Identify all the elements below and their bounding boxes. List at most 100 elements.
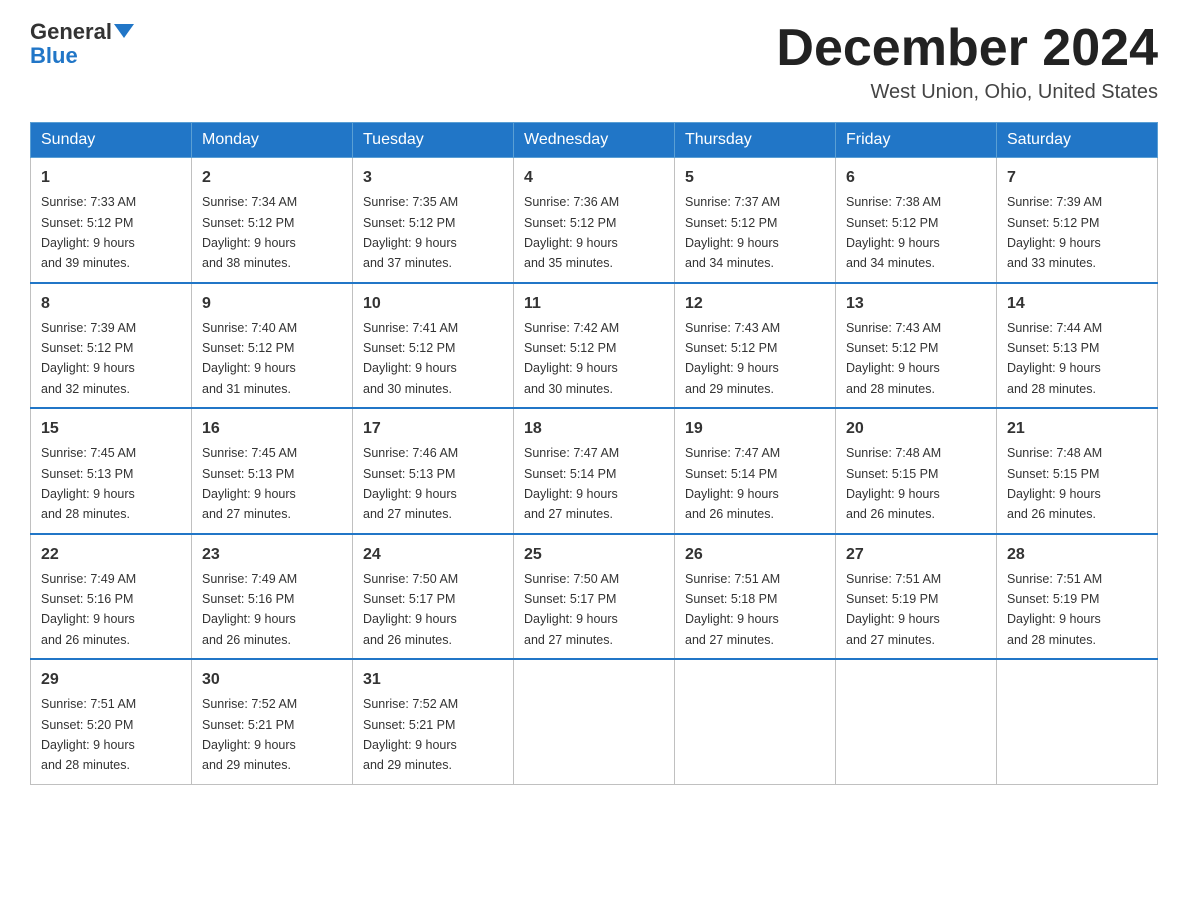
day-number: 11 [524, 292, 664, 316]
table-row: 23 Sunrise: 7:49 AMSunset: 5:16 PMDaylig… [192, 534, 353, 660]
table-row: 17 Sunrise: 7:46 AMSunset: 5:13 PMDaylig… [353, 408, 514, 534]
table-row: 27 Sunrise: 7:51 AMSunset: 5:19 PMDaylig… [836, 534, 997, 660]
table-row [514, 659, 675, 784]
day-number: 17 [363, 417, 503, 441]
day-info: Sunrise: 7:49 AMSunset: 5:16 PMDaylight:… [202, 572, 297, 647]
day-number: 4 [524, 166, 664, 190]
day-info: Sunrise: 7:48 AMSunset: 5:15 PMDaylight:… [846, 446, 941, 521]
table-row: 20 Sunrise: 7:48 AMSunset: 5:15 PMDaylig… [836, 408, 997, 534]
day-number: 16 [202, 417, 342, 441]
day-info: Sunrise: 7:48 AMSunset: 5:15 PMDaylight:… [1007, 446, 1102, 521]
day-info: Sunrise: 7:51 AMSunset: 5:19 PMDaylight:… [846, 572, 941, 647]
day-info: Sunrise: 7:43 AMSunset: 5:12 PMDaylight:… [685, 321, 780, 396]
calendar-title: December 2024 [776, 20, 1158, 77]
table-row [997, 659, 1158, 784]
table-row: 6 Sunrise: 7:38 AMSunset: 5:12 PMDayligh… [836, 158, 997, 283]
table-row: 29 Sunrise: 7:51 AMSunset: 5:20 PMDaylig… [31, 659, 192, 784]
day-number: 31 [363, 668, 503, 692]
day-info: Sunrise: 7:51 AMSunset: 5:20 PMDaylight:… [41, 697, 136, 772]
table-row: 25 Sunrise: 7:50 AMSunset: 5:17 PMDaylig… [514, 534, 675, 660]
day-number: 15 [41, 417, 181, 441]
calendar-header-row: Sunday Monday Tuesday Wednesday Thursday… [31, 123, 1158, 158]
day-number: 2 [202, 166, 342, 190]
table-row: 31 Sunrise: 7:52 AMSunset: 5:21 PMDaylig… [353, 659, 514, 784]
day-info: Sunrise: 7:45 AMSunset: 5:13 PMDaylight:… [41, 446, 136, 521]
day-info: Sunrise: 7:52 AMSunset: 5:21 PMDaylight:… [363, 697, 458, 772]
table-row: 12 Sunrise: 7:43 AMSunset: 5:12 PMDaylig… [675, 283, 836, 409]
day-info: Sunrise: 7:50 AMSunset: 5:17 PMDaylight:… [524, 572, 619, 647]
calendar-week-row: 1 Sunrise: 7:33 AMSunset: 5:12 PMDayligh… [31, 158, 1158, 283]
day-info: Sunrise: 7:37 AMSunset: 5:12 PMDaylight:… [685, 195, 780, 270]
col-tuesday: Tuesday [353, 123, 514, 158]
day-info: Sunrise: 7:49 AMSunset: 5:16 PMDaylight:… [41, 572, 136, 647]
day-number: 30 [202, 668, 342, 692]
table-row: 5 Sunrise: 7:37 AMSunset: 5:12 PMDayligh… [675, 158, 836, 283]
col-monday: Monday [192, 123, 353, 158]
table-row: 22 Sunrise: 7:49 AMSunset: 5:16 PMDaylig… [31, 534, 192, 660]
logo-triangle-icon [114, 24, 134, 38]
table-row: 1 Sunrise: 7:33 AMSunset: 5:12 PMDayligh… [31, 158, 192, 283]
table-row: 26 Sunrise: 7:51 AMSunset: 5:18 PMDaylig… [675, 534, 836, 660]
col-thursday: Thursday [675, 123, 836, 158]
day-info: Sunrise: 7:43 AMSunset: 5:12 PMDaylight:… [846, 321, 941, 396]
day-number: 13 [846, 292, 986, 316]
day-info: Sunrise: 7:47 AMSunset: 5:14 PMDaylight:… [524, 446, 619, 521]
table-row: 8 Sunrise: 7:39 AMSunset: 5:12 PMDayligh… [31, 283, 192, 409]
day-number: 6 [846, 166, 986, 190]
day-number: 23 [202, 543, 342, 567]
table-row: 28 Sunrise: 7:51 AMSunset: 5:19 PMDaylig… [997, 534, 1158, 660]
table-row [675, 659, 836, 784]
col-friday: Friday [836, 123, 997, 158]
day-info: Sunrise: 7:39 AMSunset: 5:12 PMDaylight:… [1007, 195, 1102, 270]
day-number: 7 [1007, 166, 1147, 190]
table-row: 13 Sunrise: 7:43 AMSunset: 5:12 PMDaylig… [836, 283, 997, 409]
table-row [836, 659, 997, 784]
table-row: 19 Sunrise: 7:47 AMSunset: 5:14 PMDaylig… [675, 408, 836, 534]
col-sunday: Sunday [31, 123, 192, 158]
day-number: 19 [685, 417, 825, 441]
day-info: Sunrise: 7:51 AMSunset: 5:18 PMDaylight:… [685, 572, 780, 647]
day-info: Sunrise: 7:33 AMSunset: 5:12 PMDaylight:… [41, 195, 136, 270]
day-info: Sunrise: 7:40 AMSunset: 5:12 PMDaylight:… [202, 321, 297, 396]
day-number: 21 [1007, 417, 1147, 441]
day-info: Sunrise: 7:45 AMSunset: 5:13 PMDaylight:… [202, 446, 297, 521]
table-row: 16 Sunrise: 7:45 AMSunset: 5:13 PMDaylig… [192, 408, 353, 534]
day-number: 3 [363, 166, 503, 190]
calendar-subtitle: West Union, Ohio, United States [776, 81, 1158, 104]
day-number: 12 [685, 292, 825, 316]
day-number: 1 [41, 166, 181, 190]
table-row: 14 Sunrise: 7:44 AMSunset: 5:13 PMDaylig… [997, 283, 1158, 409]
calendar-week-row: 29 Sunrise: 7:51 AMSunset: 5:20 PMDaylig… [31, 659, 1158, 784]
day-info: Sunrise: 7:41 AMSunset: 5:12 PMDaylight:… [363, 321, 458, 396]
day-info: Sunrise: 7:50 AMSunset: 5:17 PMDaylight:… [363, 572, 458, 647]
table-row: 9 Sunrise: 7:40 AMSunset: 5:12 PMDayligh… [192, 283, 353, 409]
table-row: 10 Sunrise: 7:41 AMSunset: 5:12 PMDaylig… [353, 283, 514, 409]
day-number: 22 [41, 543, 181, 567]
table-row: 24 Sunrise: 7:50 AMSunset: 5:17 PMDaylig… [353, 534, 514, 660]
calendar-week-row: 22 Sunrise: 7:49 AMSunset: 5:16 PMDaylig… [31, 534, 1158, 660]
col-wednesday: Wednesday [514, 123, 675, 158]
logo-text: General Blue [30, 20, 134, 68]
day-number: 24 [363, 543, 503, 567]
day-info: Sunrise: 7:44 AMSunset: 5:13 PMDaylight:… [1007, 321, 1102, 396]
day-number: 5 [685, 166, 825, 190]
calendar-week-row: 15 Sunrise: 7:45 AMSunset: 5:13 PMDaylig… [31, 408, 1158, 534]
day-info: Sunrise: 7:42 AMSunset: 5:12 PMDaylight:… [524, 321, 619, 396]
table-row: 4 Sunrise: 7:36 AMSunset: 5:12 PMDayligh… [514, 158, 675, 283]
day-info: Sunrise: 7:35 AMSunset: 5:12 PMDaylight:… [363, 195, 458, 270]
day-info: Sunrise: 7:39 AMSunset: 5:12 PMDaylight:… [41, 321, 136, 396]
day-number: 20 [846, 417, 986, 441]
calendar-table: Sunday Monday Tuesday Wednesday Thursday… [30, 122, 1158, 785]
calendar-week-row: 8 Sunrise: 7:39 AMSunset: 5:12 PMDayligh… [31, 283, 1158, 409]
day-number: 25 [524, 543, 664, 567]
day-number: 9 [202, 292, 342, 316]
day-number: 14 [1007, 292, 1147, 316]
day-info: Sunrise: 7:52 AMSunset: 5:21 PMDaylight:… [202, 697, 297, 772]
table-row: 30 Sunrise: 7:52 AMSunset: 5:21 PMDaylig… [192, 659, 353, 784]
day-number: 29 [41, 668, 181, 692]
logo-general: General [30, 19, 112, 44]
table-row: 11 Sunrise: 7:42 AMSunset: 5:12 PMDaylig… [514, 283, 675, 409]
day-number: 18 [524, 417, 664, 441]
day-number: 10 [363, 292, 503, 316]
day-info: Sunrise: 7:51 AMSunset: 5:19 PMDaylight:… [1007, 572, 1102, 647]
